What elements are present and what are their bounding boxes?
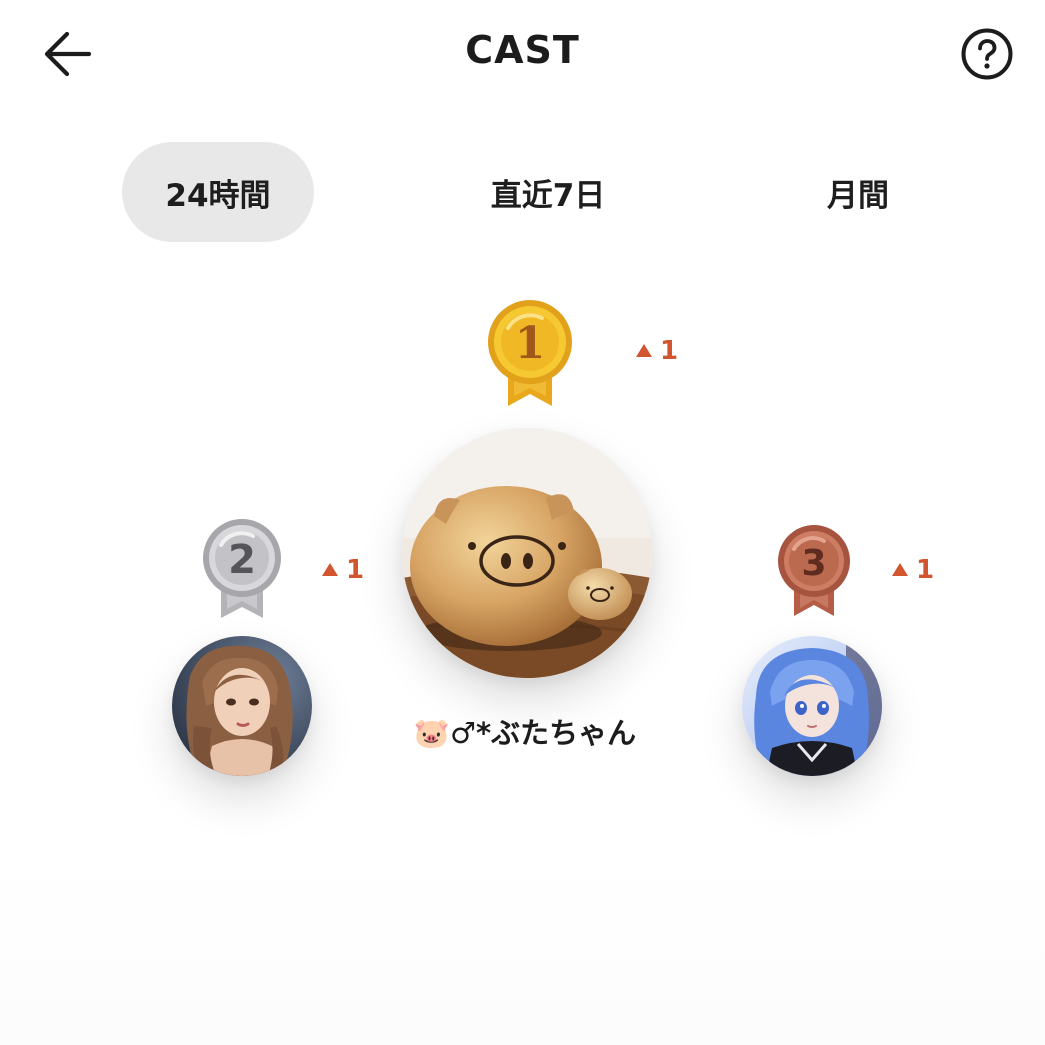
up-triangle-icon [892, 562, 908, 576]
period-tabs: 24時間 直近7日 月間 [0, 142, 1045, 244]
silver-medal-icon: 2 [203, 519, 281, 618]
up-triangle-icon [636, 343, 652, 357]
avatar-rank-3[interactable] [742, 636, 882, 776]
rank-change-2: 1 [322, 555, 364, 585]
rank-change-1: 1 [636, 336, 678, 366]
back-button[interactable] [36, 24, 98, 84]
tab-monthly[interactable]: 月間 [760, 142, 956, 242]
up-triangle-icon [322, 562, 338, 576]
help-button[interactable] [960, 27, 1014, 81]
arrow-left-icon [44, 31, 92, 77]
question-circle-icon [961, 28, 1013, 80]
bottom-fade [0, 860, 1045, 1045]
avatar-rank-2[interactable] [172, 636, 312, 776]
rank-number-2: 2 [228, 537, 256, 583]
rank-change-3: 1 [892, 555, 934, 585]
avatar-rank-1[interactable] [402, 428, 652, 678]
rank-number-1: 1 [515, 318, 546, 369]
tab-24-hours[interactable]: 24時間 [122, 142, 314, 242]
header: CAST [0, 0, 1045, 110]
rank-number-3: 3 [801, 543, 826, 584]
tab-last-7-days[interactable]: 直近7日 [448, 142, 648, 242]
gold-medal-icon: 1 [488, 300, 572, 406]
page-title: CAST [465, 28, 580, 72]
rank-change-value: 1 [346, 555, 365, 585]
rank-change-value: 1 [660, 336, 679, 366]
bronze-medal-icon: 3 [778, 525, 850, 616]
rank-1-name[interactable]: 🐷♂*ぶたちゃん [300, 710, 750, 752]
rank-change-value: 1 [916, 555, 935, 585]
